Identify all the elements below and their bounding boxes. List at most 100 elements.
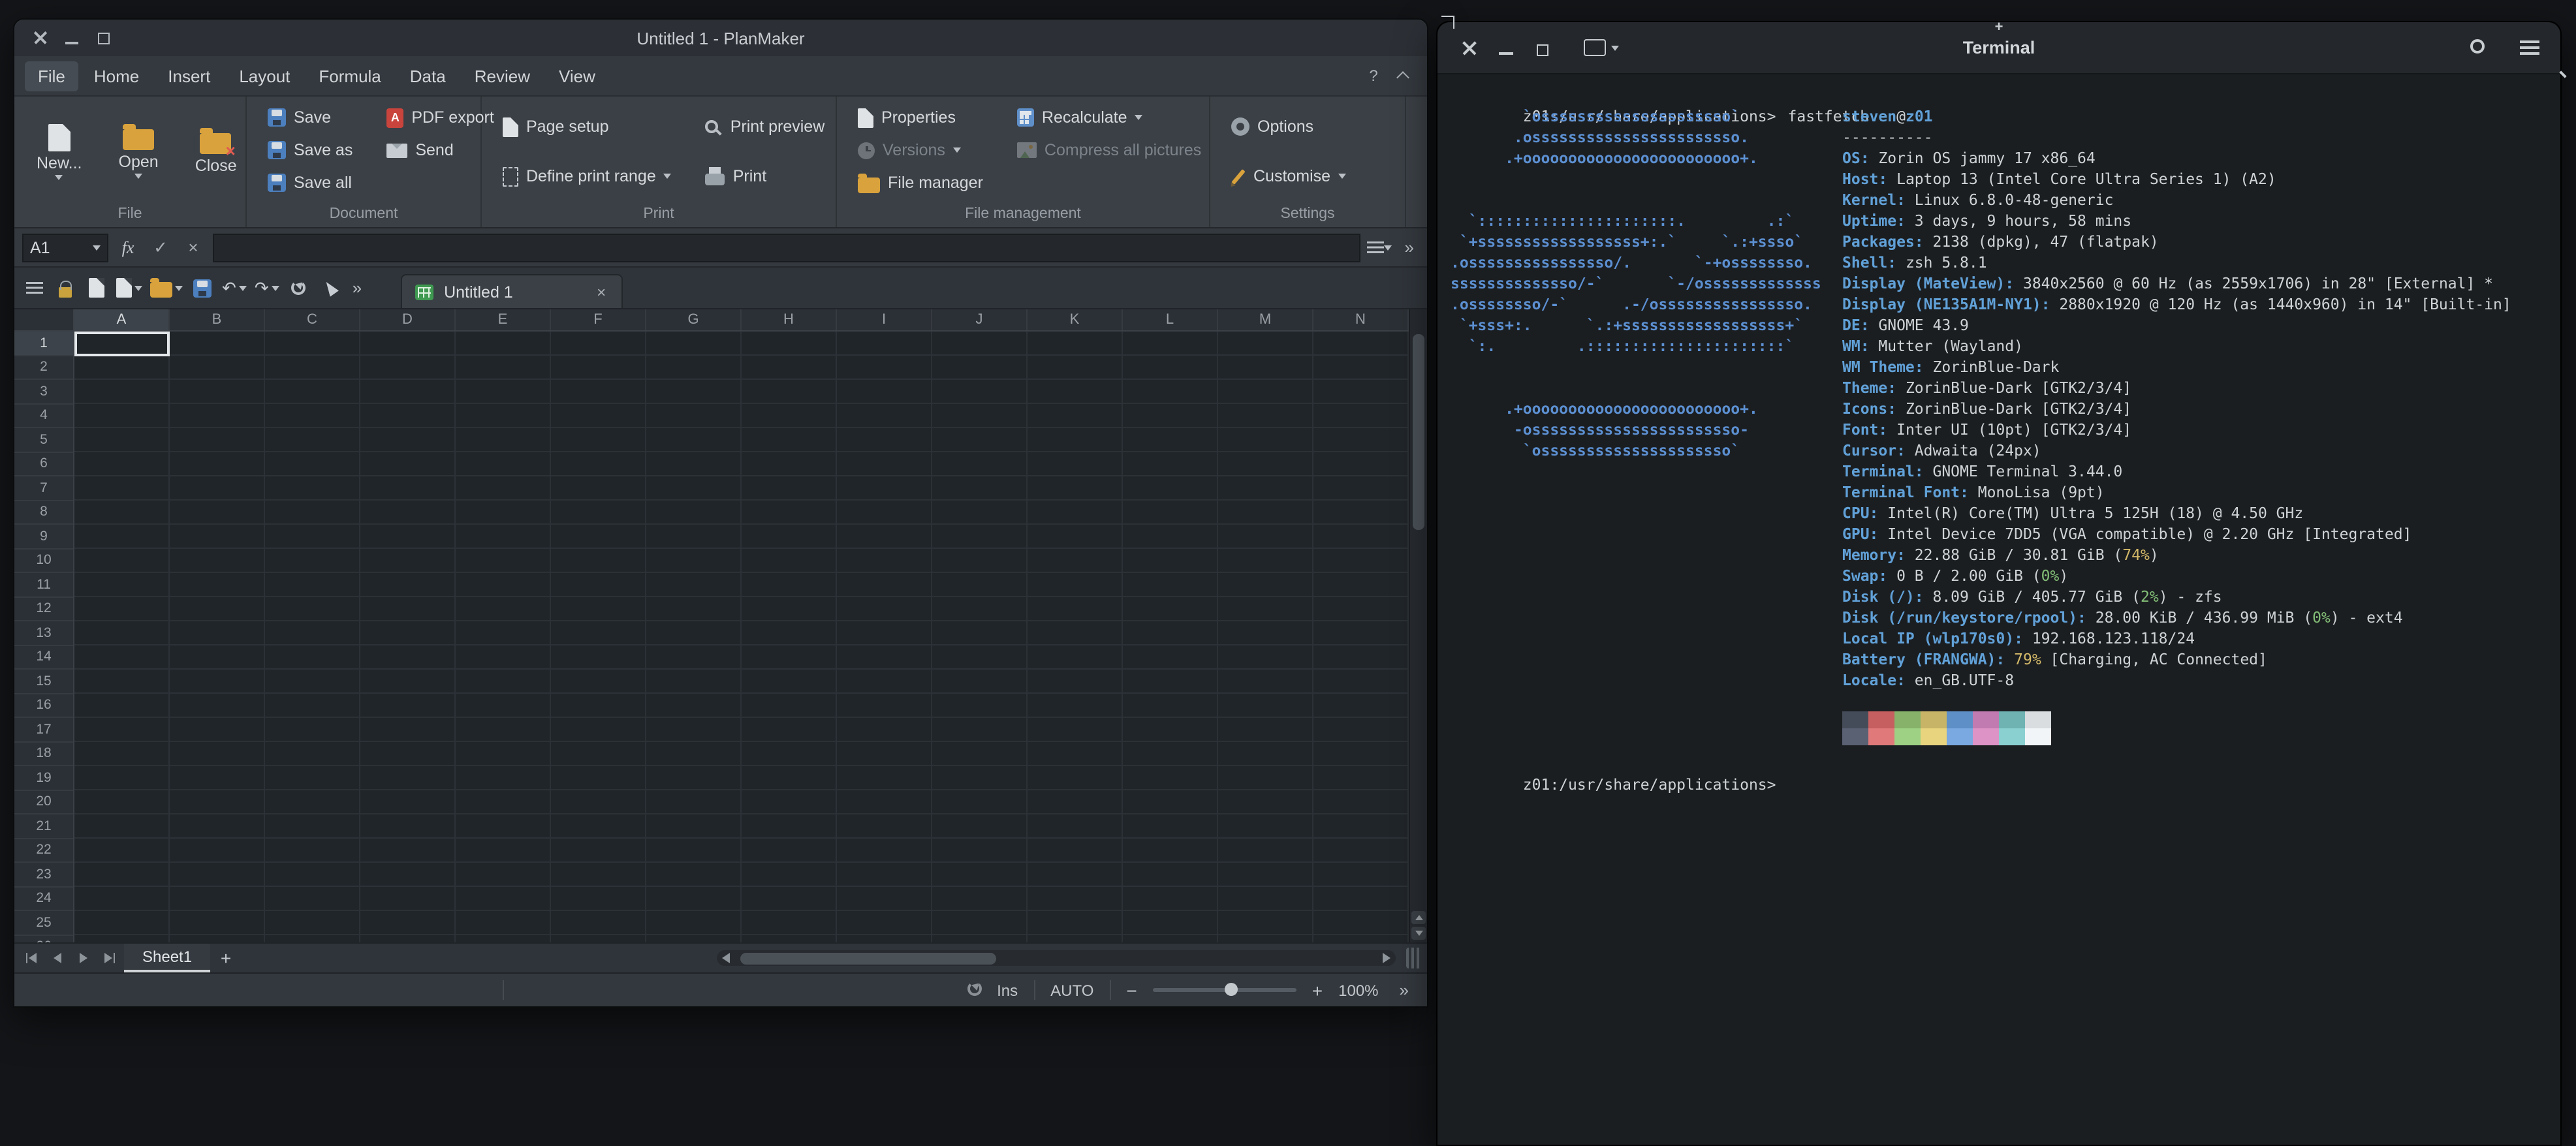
last-sheet-button[interactable] — [98, 946, 121, 970]
close-window-button[interactable] — [25, 25, 56, 51]
row-header[interactable]: 1 — [14, 332, 73, 356]
print-button[interactable]: Print — [698, 161, 833, 192]
maximize-window-button[interactable] — [87, 25, 119, 51]
row-header[interactable]: 14 — [14, 645, 73, 670]
new-file-button[interactable] — [82, 272, 111, 303]
column-header[interactable]: I — [837, 309, 932, 330]
new-tab-button[interactable] — [1576, 34, 1627, 61]
column-header[interactable]: K — [1028, 309, 1123, 330]
column-header[interactable]: H — [742, 309, 837, 330]
redo-button[interactable]: ↷ — [252, 272, 282, 303]
compress-pictures-button[interactable]: Compress all pictures — [1009, 134, 1209, 166]
column-header[interactable]: A — [74, 309, 170, 330]
insert-mode-indicator[interactable]: Ins — [997, 981, 1018, 999]
row-header[interactable]: 18 — [14, 742, 73, 766]
first-sheet-button[interactable] — [20, 946, 43, 970]
row-header[interactable]: 12 — [14, 597, 73, 621]
minimize-window-button[interactable] — [1487, 31, 1524, 65]
cancel-entry-button[interactable]: × — [180, 234, 206, 260]
save-all-button[interactable]: Save all — [260, 167, 360, 198]
scroll-right-button[interactable] — [1383, 953, 1390, 963]
open-button[interactable]: Open — [110, 121, 168, 182]
row-header[interactable]: 25 — [14, 911, 73, 935]
column-header[interactable]: J — [932, 309, 1028, 330]
row-header[interactable]: 21 — [14, 814, 73, 839]
document-tab-close-button[interactable]: × — [594, 283, 608, 301]
menu-item[interactable]: Insert — [155, 61, 223, 91]
minimize-window-button[interactable] — [56, 25, 87, 51]
row-header[interactable]: 5 — [14, 428, 73, 452]
open-file-button[interactable] — [148, 272, 185, 303]
row-header[interactable]: 4 — [14, 404, 73, 428]
vertical-scrollbar-thumb[interactable] — [1413, 334, 1424, 530]
row-header[interactable]: 2 — [14, 356, 73, 380]
scroll-left-button[interactable] — [722, 953, 730, 963]
formula-overflow-button[interactable]: » — [1400, 238, 1419, 257]
customise-button[interactable]: Customise — [1223, 161, 1354, 192]
restore-window-button[interactable] — [1524, 31, 1560, 65]
column-header[interactable]: G — [646, 309, 742, 330]
versions-button[interactable]: Versions — [850, 134, 991, 166]
select-pointer-button[interactable] — [316, 272, 345, 303]
save-as-button[interactable]: Save as — [260, 134, 360, 166]
terminal-content[interactable]: z01:/usr/share/applications>fastfetch `o… — [1437, 74, 2560, 1145]
collapse-ribbon-button[interactable] — [1388, 61, 1417, 90]
toolbar-overflow-button[interactable]: » — [347, 278, 367, 298]
recalculate-now-button[interactable] — [285, 272, 313, 303]
options-button[interactable]: Options — [1223, 111, 1354, 142]
menu-item[interactable]: File — [25, 61, 78, 91]
row-header[interactable]: 13 — [14, 621, 73, 645]
horizontal-scrollbar[interactable] — [717, 950, 1396, 966]
new-from-template-button[interactable] — [114, 272, 145, 303]
zoom-slider-thumb[interactable] — [1225, 983, 1238, 996]
menu-item[interactable]: Formula — [306, 61, 394, 91]
column-header[interactable]: E — [456, 309, 551, 330]
zoom-level[interactable]: 100% — [1338, 981, 1378, 999]
column-header[interactable]: N — [1313, 309, 1409, 330]
split-window-handle[interactable] — [1406, 948, 1422, 968]
menu-item[interactable]: View — [546, 61, 608, 91]
row-header[interactable]: 3 — [14, 380, 73, 404]
cell-grid[interactable] — [74, 332, 1409, 942]
menu-item[interactable]: Home — [81, 61, 152, 91]
zoom-out-button[interactable]: − — [1126, 981, 1137, 999]
sheet-tab-sheet1[interactable]: Sheet1 — [124, 944, 210, 972]
cell-name-box[interactable]: A1 — [22, 233, 108, 262]
print-preview-button[interactable]: Print preview — [698, 111, 833, 142]
add-sheet-button[interactable]: + — [213, 948, 239, 968]
column-header[interactable]: L — [1123, 309, 1218, 330]
next-sheet-button[interactable] — [72, 946, 95, 970]
statusbar-overflow-button[interactable]: » — [1394, 980, 1414, 1000]
terminal-titlebar[interactable]: Terminal — [1437, 22, 2560, 74]
column-header[interactable]: F — [551, 309, 646, 330]
close-window-button[interactable] — [1451, 31, 1487, 65]
define-print-range-button[interactable]: Define print range — [495, 161, 680, 192]
document-tab[interactable]: Untitled 1 × — [401, 274, 623, 308]
undo-button[interactable]: ↶ — [219, 272, 249, 303]
edit-mode-button[interactable] — [1367, 234, 1393, 260]
row-header[interactable]: 19 — [14, 766, 73, 790]
row-header[interactable]: 16 — [14, 694, 73, 718]
row-header[interactable]: 10 — [14, 549, 73, 573]
menu-item[interactable]: Data — [397, 61, 459, 91]
column-header[interactable]: C — [265, 309, 360, 330]
planmaker-titlebar[interactable]: Untitled 1 - PlanMaker — [14, 20, 1427, 56]
menu-item[interactable]: Layout — [226, 61, 303, 91]
zoom-in-button[interactable]: + — [1312, 981, 1323, 999]
close-document-button[interactable]: Close — [186, 125, 246, 178]
horizontal-scrollbar-thumb[interactable] — [740, 952, 996, 964]
auto-mode-indicator[interactable]: AUTO — [1050, 981, 1093, 999]
confirm-entry-button[interactable]: ✓ — [148, 234, 174, 260]
row-header[interactable]: 6 — [14, 452, 73, 476]
column-header[interactable]: B — [170, 309, 265, 330]
search-button[interactable] — [2461, 31, 2498, 65]
row-header[interactable]: 11 — [14, 573, 73, 597]
zoom-slider[interactable] — [1153, 988, 1296, 992]
formula-input[interactable] — [213, 233, 1360, 262]
recalculate-button[interactable]: Recalculate — [1009, 102, 1209, 133]
insert-function-button[interactable]: fx — [115, 234, 141, 260]
column-header[interactable]: D — [360, 309, 456, 330]
protect-sheet-button[interactable] — [51, 272, 80, 303]
file-manager-button[interactable]: File manager — [850, 167, 991, 198]
help-button[interactable]: ? — [1359, 61, 1388, 90]
